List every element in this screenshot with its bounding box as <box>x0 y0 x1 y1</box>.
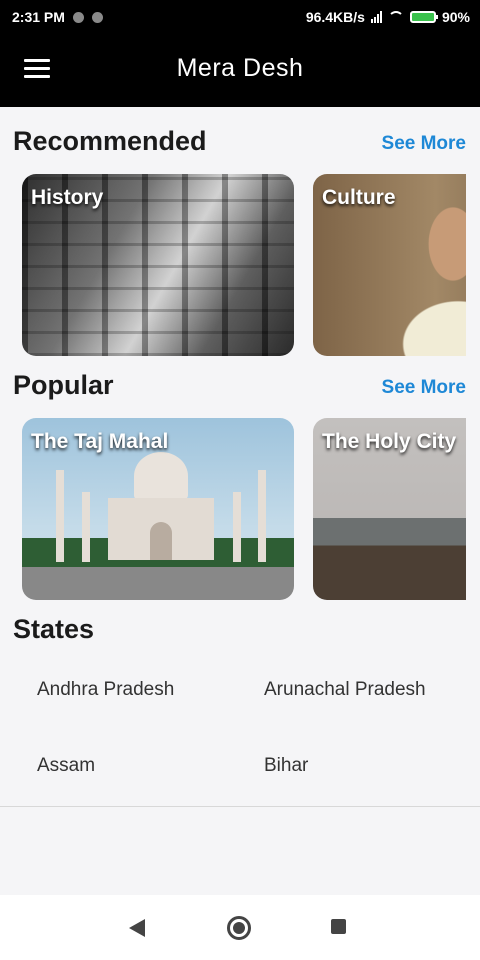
card-label: History <box>31 186 104 209</box>
popular-carousel[interactable]: The Taj Mahal The Holy City <box>22 418 466 600</box>
taj-arch <box>150 522 172 560</box>
minaret <box>233 492 241 562</box>
battery-percent: 90% <box>441 9 470 25</box>
network-speed: 96.4KB/s <box>305 9 365 25</box>
card-label: Culture <box>322 186 396 209</box>
status-right: 96.4KB/s 90% <box>306 9 470 25</box>
card-holy-city[interactable]: The Holy City <box>313 418 466 600</box>
home-icon[interactable] <box>227 916 251 940</box>
minaret <box>82 492 90 562</box>
recommended-carousel[interactable]: History Culture <box>22 174 466 356</box>
card-label: The Holy City <box>322 430 457 453</box>
battery-icon <box>409 11 438 23</box>
taj-dome <box>134 452 188 500</box>
section-title-popular: Popular <box>13 370 114 400</box>
signal-icon <box>370 11 382 23</box>
status-left: 2:31 PM <box>12 9 103 25</box>
card-taj-mahal[interactable]: The Taj Mahal <box>22 418 294 600</box>
card-label: The Taj Mahal <box>31 430 169 453</box>
states-grid: Andhra Pradesh Arunachal Pradesh Assam B… <box>0 666 480 806</box>
state-item[interactable]: Assam <box>37 755 95 777</box>
app-title: Mera Desh <box>176 54 304 82</box>
divider <box>0 806 480 807</box>
see-more-popular-button[interactable]: See More <box>382 377 466 399</box>
notification-dot-icon <box>72 11 84 23</box>
system-nav-bar <box>0 895 480 960</box>
app-bar: Mera Desh <box>0 34 480 107</box>
recents-icon[interactable] <box>331 919 346 934</box>
see-more-recommended-button[interactable]: See More <box>382 133 466 155</box>
card-history[interactable]: History <box>22 174 294 356</box>
section-title-states: States <box>13 614 95 644</box>
section-title-recommended: Recommended <box>13 126 207 156</box>
minaret <box>258 470 266 562</box>
back-icon[interactable] <box>129 919 145 937</box>
minaret <box>56 470 64 562</box>
status-bar: 2:31 PM 96.4KB/s 90% <box>0 0 480 34</box>
state-item[interactable]: Arunachal Pradesh <box>264 679 426 701</box>
status-time: 2:31 PM <box>12 9 65 25</box>
state-item[interactable]: Andhra Pradesh <box>37 679 174 701</box>
state-item[interactable]: Bihar <box>264 755 308 777</box>
notification-dot-icon <box>91 11 103 23</box>
card-culture[interactable]: Culture <box>313 174 466 356</box>
wifi-icon <box>387 11 404 23</box>
